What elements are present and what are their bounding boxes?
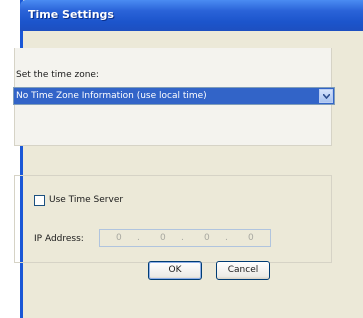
- title-bar[interactable]: Time Settings: [20, 0, 363, 31]
- cancel-button[interactable]: Cancel: [216, 261, 270, 280]
- window-title: Time Settings: [28, 8, 114, 21]
- ip-octet-2: 0: [160, 233, 166, 243]
- ok-button[interactable]: OK: [148, 261, 202, 280]
- ip-octet-3: 0: [204, 233, 210, 243]
- timezone-select[interactable]: No Time Zone Information (use local time…: [13, 87, 335, 105]
- ip-dot: .: [137, 233, 140, 243]
- ip-octet-4: 0: [248, 233, 254, 243]
- timezone-selected-value: No Time Zone Information (use local time…: [16, 91, 207, 101]
- ip-address-input[interactable]: 0 . 0 . 0 . 0: [99, 229, 271, 247]
- ip-dot: .: [225, 233, 228, 243]
- ip-dot: .: [181, 233, 184, 243]
- time-server-group: [14, 175, 332, 263]
- use-time-server-checkbox[interactable]: [34, 195, 45, 206]
- timezone-label: Set the time zone:: [16, 70, 99, 80]
- dropdown-button[interactable]: [319, 89, 333, 103]
- use-time-server-label: Use Time Server: [49, 195, 124, 205]
- ip-octet-1: 0: [116, 233, 122, 243]
- ip-address-label: IP Address:: [34, 234, 84, 244]
- chevron-down-icon: [323, 94, 330, 99]
